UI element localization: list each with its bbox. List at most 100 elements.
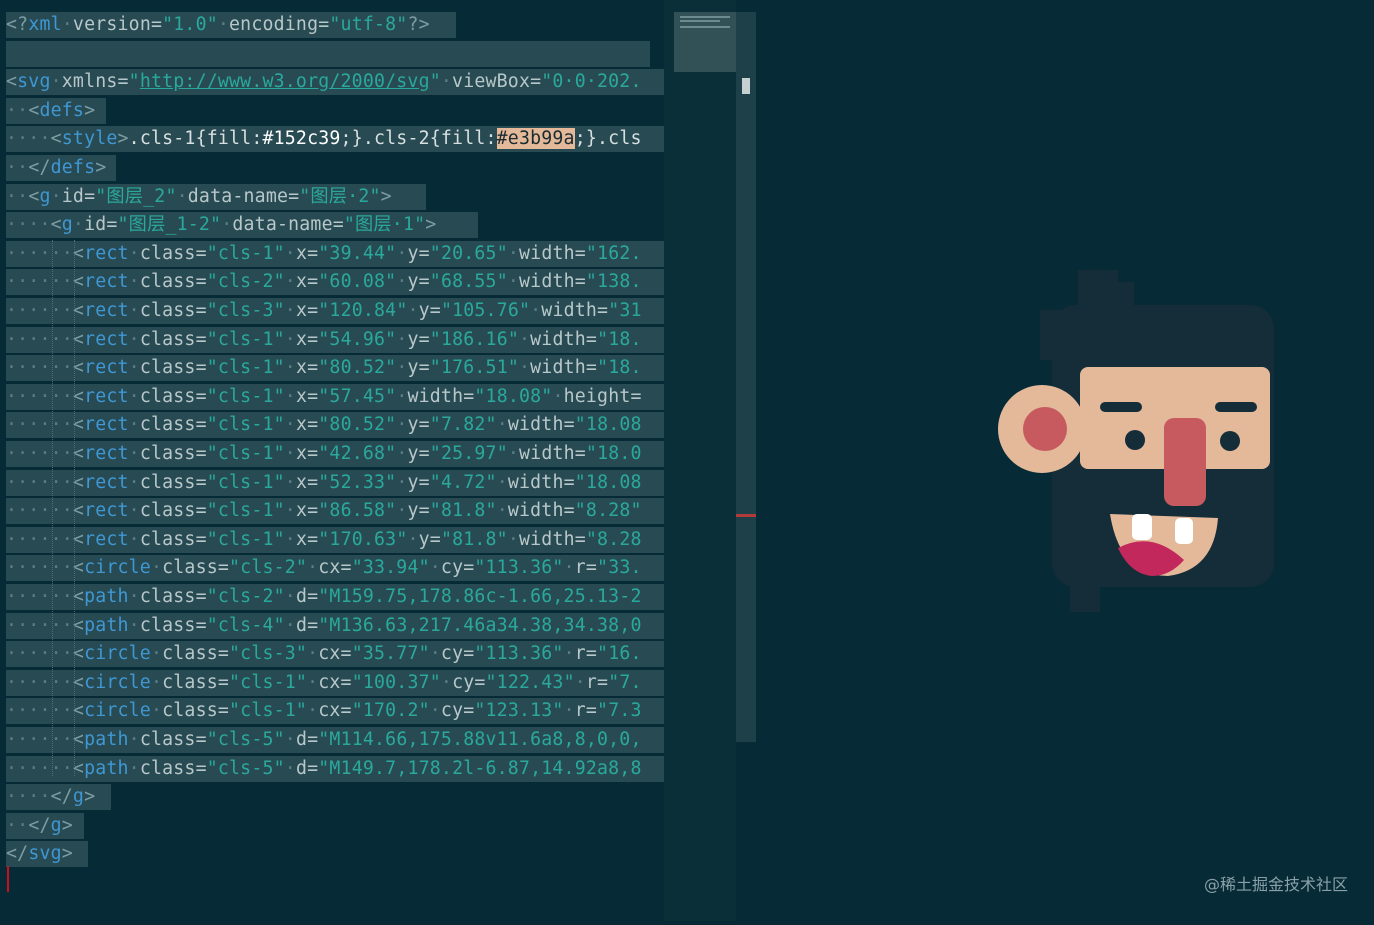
code-token: "cls-3": [229, 643, 308, 665]
code-editor[interactable]: <?xml·version="1.0"·encoding="utf-8"?> <s…: [0, 0, 664, 921]
code-token: width=: [530, 328, 598, 350]
hair-block: [1110, 282, 1134, 312]
code-line[interactable]: ······<circle·class="cls-3"·cx="35.77"·c…: [6, 640, 642, 668]
code-line[interactable]: ······<rect·class="cls-1"·x="42.68"·y="2…: [6, 440, 642, 468]
code-token: "1.0": [162, 14, 218, 35]
scrollbar-error-marker: [736, 514, 756, 517]
code-line[interactable]: ······<circle·class="cls-1"·cx="100.37"·…: [6, 669, 642, 697]
code-line[interactable]: ······<rect·class="cls-1"·x="52.33"·y="4…: [6, 469, 642, 497]
code-token: ·: [50, 185, 62, 207]
code-token: class=: [162, 700, 230, 722]
code-token: path: [84, 729, 129, 750]
nose: [1164, 418, 1206, 506]
code-line[interactable]: ······<circle·class="cls-2"·cx="33.94"·c…: [6, 554, 642, 582]
code-token: style: [61, 128, 118, 150]
code-token: "8.28": [574, 500, 642, 522]
code-line[interactable]: ··<defs>: [6, 97, 95, 125]
indent-whitespace: ······: [6, 528, 73, 550]
code-line[interactable]: <?xml·version="1.0"·encoding="utf-8"?>: [6, 11, 430, 39]
code-line[interactable]: ······<path·class="cls-4"·d="M136.63,217…: [6, 612, 642, 640]
code-token: "113.36": [474, 557, 564, 579]
code-token: circle: [84, 700, 151, 722]
code-line[interactable]: ······<rect·class="cls-2"·x="60.08"·y="6…: [6, 268, 642, 296]
code-token: d=: [295, 729, 319, 750]
code-token: "186.16": [429, 328, 519, 350]
code-token: "18.: [597, 357, 642, 379]
indent-whitespace: ······: [6, 385, 73, 407]
code-token: circle: [84, 557, 151, 579]
code-token: d=: [295, 757, 319, 779]
indent-whitespace: ··: [6, 185, 29, 207]
code-line[interactable]: ······<path·class="cls-5"·d="M149.7,178.…: [6, 755, 642, 783]
code-token: ·: [496, 471, 508, 493]
code-token: "图层_2": [95, 185, 177, 207]
selection-highlight: [6, 40, 650, 67]
code-token: rect: [84, 300, 129, 321]
minimap[interactable]: [664, 0, 736, 921]
code-token: "25.97": [429, 443, 508, 464]
code-token: width=: [507, 500, 575, 522]
code-line[interactable]: ······<rect·class="cls-1"·x="54.96"·y="1…: [6, 326, 642, 354]
code-token: class=: [139, 471, 207, 493]
code-token: "31: [608, 300, 642, 321]
code-token: "113.36": [474, 643, 564, 665]
tooth: [1132, 514, 1152, 540]
code-token: class=: [139, 271, 207, 293]
code-token: y=: [418, 300, 441, 321]
svg-preview-pane: @稀土掘金技术社区: [760, 0, 1374, 921]
code-token: rect: [84, 357, 129, 379]
vertical-scrollbar[interactable]: [736, 12, 756, 742]
code-line[interactable]: </svg>: [6, 840, 73, 868]
code-line[interactable]: ······<path·class="cls-5"·d="M114.66,175…: [6, 726, 642, 754]
code-line[interactable]: ······<circle·class="cls-1"·cx="170.2"·c…: [6, 697, 642, 725]
code-token: ·: [284, 300, 296, 321]
code-token: cy=: [440, 700, 475, 722]
code-token: >: [95, 157, 107, 178]
indent-whitespace: ····: [6, 786, 51, 808]
code-line[interactable]: ······<rect·class="cls-1"·x="80.52"·y="1…: [6, 354, 642, 382]
indent-whitespace: ······: [6, 271, 73, 293]
code-line[interactable]: ······<rect·class="cls-3"·x="120.84"·y="…: [6, 297, 642, 325]
code-token: class=: [139, 729, 207, 750]
code-line[interactable]: ····<style>.cls-1{fill:#152c39;}.cls-2{f…: [6, 125, 642, 153]
code-token: y=: [407, 414, 430, 436]
code-line[interactable]: ··</defs>: [6, 154, 106, 182]
code-token: "170.2": [351, 700, 430, 722]
code-line[interactable]: <svg·xmlns="http://www.w3.org/2000/svg"·…: [6, 68, 642, 96]
code-line[interactable]: ······<rect·class="cls-1"·x="57.45"·widt…: [6, 383, 642, 411]
code-token: x=: [295, 500, 319, 522]
code-token: "cls-4": [206, 614, 285, 636]
code-line[interactable]: ······<rect·class="cls-1"·x="80.52"·y="7…: [6, 411, 642, 439]
code-token: x=: [295, 528, 319, 550]
indent-whitespace: ······: [6, 443, 73, 464]
code-token: encoding=: [229, 14, 330, 35]
code-token: data-name=: [187, 185, 300, 207]
code-token: "utf-8": [329, 14, 408, 35]
code-token: ·: [128, 242, 140, 264]
code-line[interactable]: ······<rect·class="cls-1"·x="86.58"·y="8…: [6, 497, 642, 525]
code-line[interactable]: ······<rect·class="cls-1"·x="39.44"·y="2…: [6, 240, 642, 268]
code-line[interactable]: ··</g>: [6, 812, 73, 840]
code-token: "39.44": [318, 242, 397, 264]
code-token: >: [380, 185, 392, 207]
code-token: "35.77": [351, 643, 430, 665]
code-token: "120.84": [318, 300, 408, 321]
code-line[interactable]: ····</g>: [6, 783, 95, 811]
code-line[interactable]: ··<g·id="图层_2"·data-name="图层·2">: [6, 183, 392, 211]
indent-whitespace: ······: [6, 300, 73, 321]
code-token: ·: [563, 557, 575, 579]
code-token: d=: [295, 614, 319, 636]
code-token: class=: [139, 414, 207, 436]
code-token: ·: [128, 357, 140, 379]
code-token: class=: [162, 671, 230, 693]
code-token: x=: [295, 357, 319, 379]
code-token: "18.08: [574, 471, 642, 493]
code-token: ·: [284, 729, 296, 750]
code-token: "68.55": [429, 271, 508, 293]
scrollbar-thumb[interactable]: [742, 78, 750, 94]
code-line[interactable]: ····<g·id="图层_1-2"·data-name="图层·1">: [6, 211, 436, 239]
code-line[interactable]: ······<path·class="cls-2"·d="M159.75,178…: [6, 583, 642, 611]
indent-whitespace: ······: [6, 471, 73, 493]
indent-whitespace: ······: [6, 500, 73, 522]
code-line[interactable]: ······<rect·class="cls-1"·x="170.63"·y="…: [6, 526, 642, 554]
